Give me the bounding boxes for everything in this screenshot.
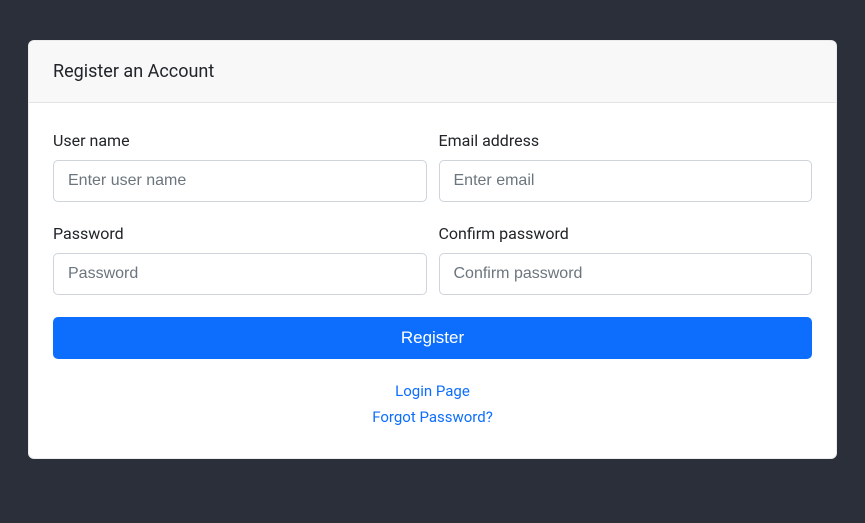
email-label: Email address <box>439 131 813 150</box>
username-input[interactable] <box>53 160 427 202</box>
card-body: User name Email address Password Confirm… <box>29 103 836 458</box>
password-input[interactable] <box>53 253 427 295</box>
form-row-2: Password Confirm password <box>53 224 812 295</box>
register-button[interactable]: Register <box>53 317 812 359</box>
register-card: Register an Account User name Email addr… <box>28 40 837 459</box>
login-link[interactable]: Login Page <box>53 379 812 405</box>
form-row-1: User name Email address <box>53 131 812 202</box>
card-header: Register an Account <box>29 41 836 103</box>
confirm-password-label: Confirm password <box>439 224 813 243</box>
card-title: Register an Account <box>53 61 214 82</box>
form-group-confirm-password: Confirm password <box>439 224 813 295</box>
form-group-username: User name <box>53 131 427 202</box>
form-group-email: Email address <box>439 131 813 202</box>
forgot-password-link[interactable]: Forgot Password? <box>53 405 812 431</box>
email-input[interactable] <box>439 160 813 202</box>
username-label: User name <box>53 131 427 150</box>
form-group-password: Password <box>53 224 427 295</box>
confirm-password-input[interactable] <box>439 253 813 295</box>
links-section: Login Page Forgot Password? <box>53 379 812 430</box>
password-label: Password <box>53 224 427 243</box>
